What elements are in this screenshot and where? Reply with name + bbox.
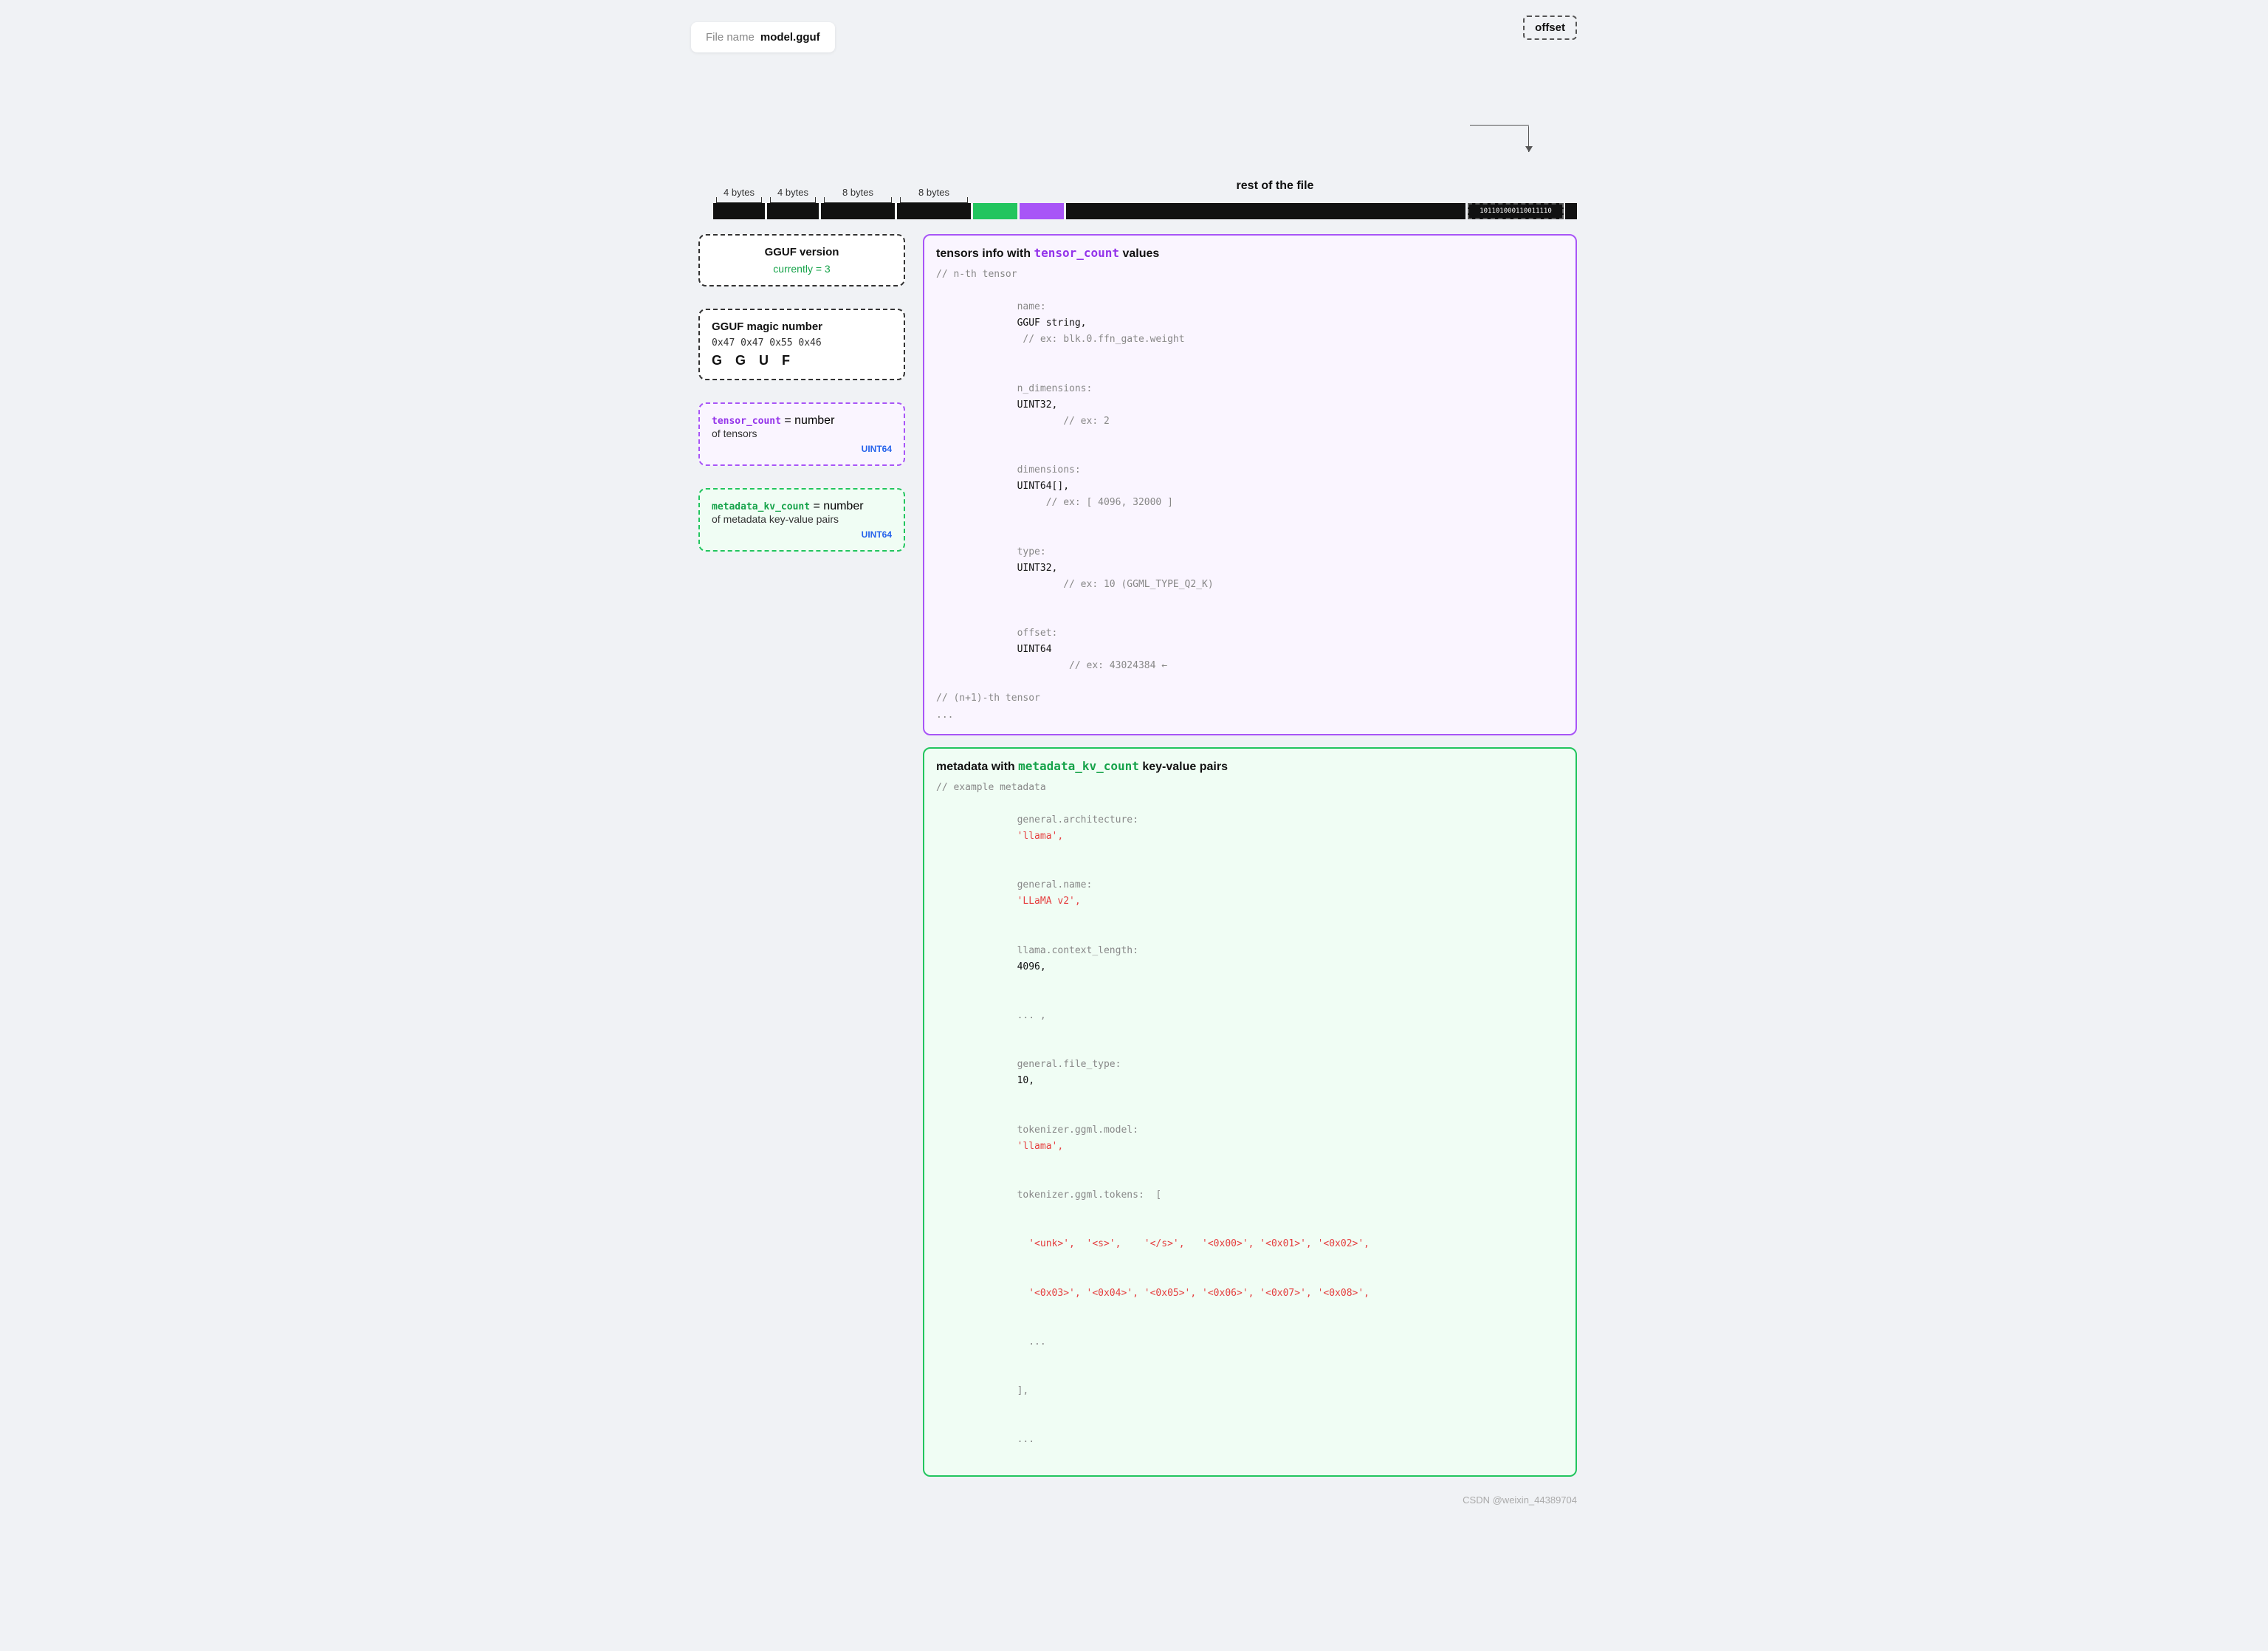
tensors-comment1: // n-th tensor — [936, 267, 1564, 283]
letter-u: U — [759, 353, 769, 368]
metadata-comment1: // example metadata — [936, 780, 1564, 796]
gguf-magic-title: GGUF magic number — [712, 320, 892, 333]
letter-g1: G — [712, 353, 722, 368]
gguf-hex: 0x47 0x47 0x55 0x46 — [712, 337, 892, 349]
byte-labels-row: 4 bytes 4 bytes 8 bytes 8 bytes — [691, 163, 1577, 203]
letter-f: F — [782, 353, 790, 368]
tensor-count-subtitle: of tensors — [712, 428, 892, 439]
diagram-area: offset 4 bytes 4 bytes — [691, 82, 1577, 1506]
tensors-field-offset: offset: UINT64 // ex: 43024384 ← — [936, 609, 1564, 690]
file-name-label: File name — [706, 31, 755, 44]
offset-arrow — [1528, 126, 1529, 152]
tensor-count-box: tensor_count = number of tensors UINT64 — [698, 402, 905, 466]
page-container: File name model.gguf offset 4 bytes — [691, 22, 1577, 1506]
file-name-bar: File name model.gguf — [691, 22, 835, 52]
metadata-count-subtitle: of metadata key-value pairs — [712, 513, 892, 525]
segment-version — [767, 203, 819, 219]
meta-line-name: general.name: 'LLaMA v2', — [936, 861, 1564, 926]
left-column: GGUF version currently = 3 GGUF magic nu… — [698, 234, 905, 1477]
meta-line-ctx: llama.context_length: 4096, — [936, 926, 1564, 991]
meta-line-dots2: ... — [936, 1318, 1564, 1367]
gguf-version-box: GGUF version currently = 3 — [698, 234, 905, 286]
meta-line-filetype: general.file_type: 10, — [936, 1040, 1564, 1105]
offset-box: offset — [1523, 16, 1577, 40]
tensors-ellipsis: ... — [936, 707, 1564, 724]
metadata-count-text: metadata_kv_count = number — [712, 500, 892, 513]
segment-tensor-count — [821, 203, 895, 219]
meta-line-tokmodel: tokenizer.ggml.model: 'llama', — [936, 1106, 1564, 1171]
metadata-kv-count-box: metadata_kv_count = number of metadata k… — [698, 488, 905, 552]
byte-label-3: 8 bytes — [821, 187, 895, 204]
tensors-box-title: tensors info with tensor_count values — [936, 246, 1564, 261]
gguf-version-title: GGUF version — [712, 246, 892, 258]
tensors-info-box: tensors info with tensor_count values //… — [923, 234, 1577, 735]
segment-green — [973, 203, 1017, 219]
gguf-version-subtitle: currently = 3 — [712, 263, 892, 275]
metadata-count-type: UINT64 — [712, 529, 892, 540]
gguf-letters: G G U F — [712, 353, 892, 368]
lower-section: GGUF version currently = 3 GGUF magic nu… — [691, 234, 1577, 1477]
rest-label: rest of the file — [973, 179, 1577, 203]
meta-line-tok1: '<unk>', '<s>', '</s>', '<0x00>', '<0x01… — [936, 1220, 1564, 1269]
tensors-field-name: name: GGUF string, // ex: blk.0.ffn_gate… — [936, 283, 1564, 364]
metadata-box-title: metadata with metadata_kv_count key-valu… — [936, 759, 1564, 774]
tensor-count-type: UINT64 — [712, 444, 892, 454]
file-name-value: model.gguf — [760, 31, 820, 44]
meta-line-tok2: '<0x03>', '<0x04>', '<0x05>', '<0x06>', … — [936, 1269, 1564, 1317]
metadata-code: // example metadata general.architecture… — [936, 780, 1564, 1465]
segment-purple — [1020, 203, 1064, 219]
segment-rest — [1066, 203, 1465, 219]
letter-g2: G — [735, 353, 746, 368]
segment-tiny — [1565, 203, 1577, 219]
gguf-magic-box: GGUF magic number 0x47 0x47 0x55 0x46 G … — [698, 309, 905, 380]
segment-binary: 101101000110011110 — [1468, 203, 1564, 219]
byte-label-2: 4 bytes — [767, 187, 819, 204]
file-bar: 101101000110011110 — [691, 203, 1577, 219]
segment-metadata-count — [897, 203, 971, 219]
meta-line-toktokens: tokenizer.ggml.tokens: [ — [936, 1171, 1564, 1220]
meta-line-dots1: ... , — [936, 992, 1564, 1040]
byte-label-1: 4 bytes — [713, 187, 765, 204]
segment-magic — [713, 203, 765, 219]
tensors-field-ndim: n_dimensions: UINT32, // ex: 2 — [936, 365, 1564, 446]
watermark: CSDN @weixin_44389704 — [691, 1494, 1577, 1506]
tensor-count-text: tensor_count = number — [712, 414, 892, 428]
byte-label-4: 8 bytes — [897, 187, 971, 204]
tensors-comment2: // (n+1)-th tensor — [936, 690, 1564, 707]
right-column: tensors info with tensor_count values //… — [923, 234, 1577, 1477]
meta-line-arch: general.architecture: 'llama', — [936, 796, 1564, 861]
tensors-field-dims: dimensions: UINT64[], // ex: [ 4096, 320… — [936, 446, 1564, 527]
offset-h-connector — [1470, 125, 1529, 126]
metadata-box: metadata with metadata_kv_count key-valu… — [923, 747, 1577, 1477]
tensors-code: // n-th tensor name: GGUF string, // ex:… — [936, 267, 1564, 724]
meta-line-bracket: ], — [936, 1367, 1564, 1415]
tensors-field-type: type: UINT32, // ex: 10 (GGML_TYPE_Q2_K) — [936, 528, 1564, 609]
meta-line-dots3: ... — [936, 1415, 1564, 1464]
